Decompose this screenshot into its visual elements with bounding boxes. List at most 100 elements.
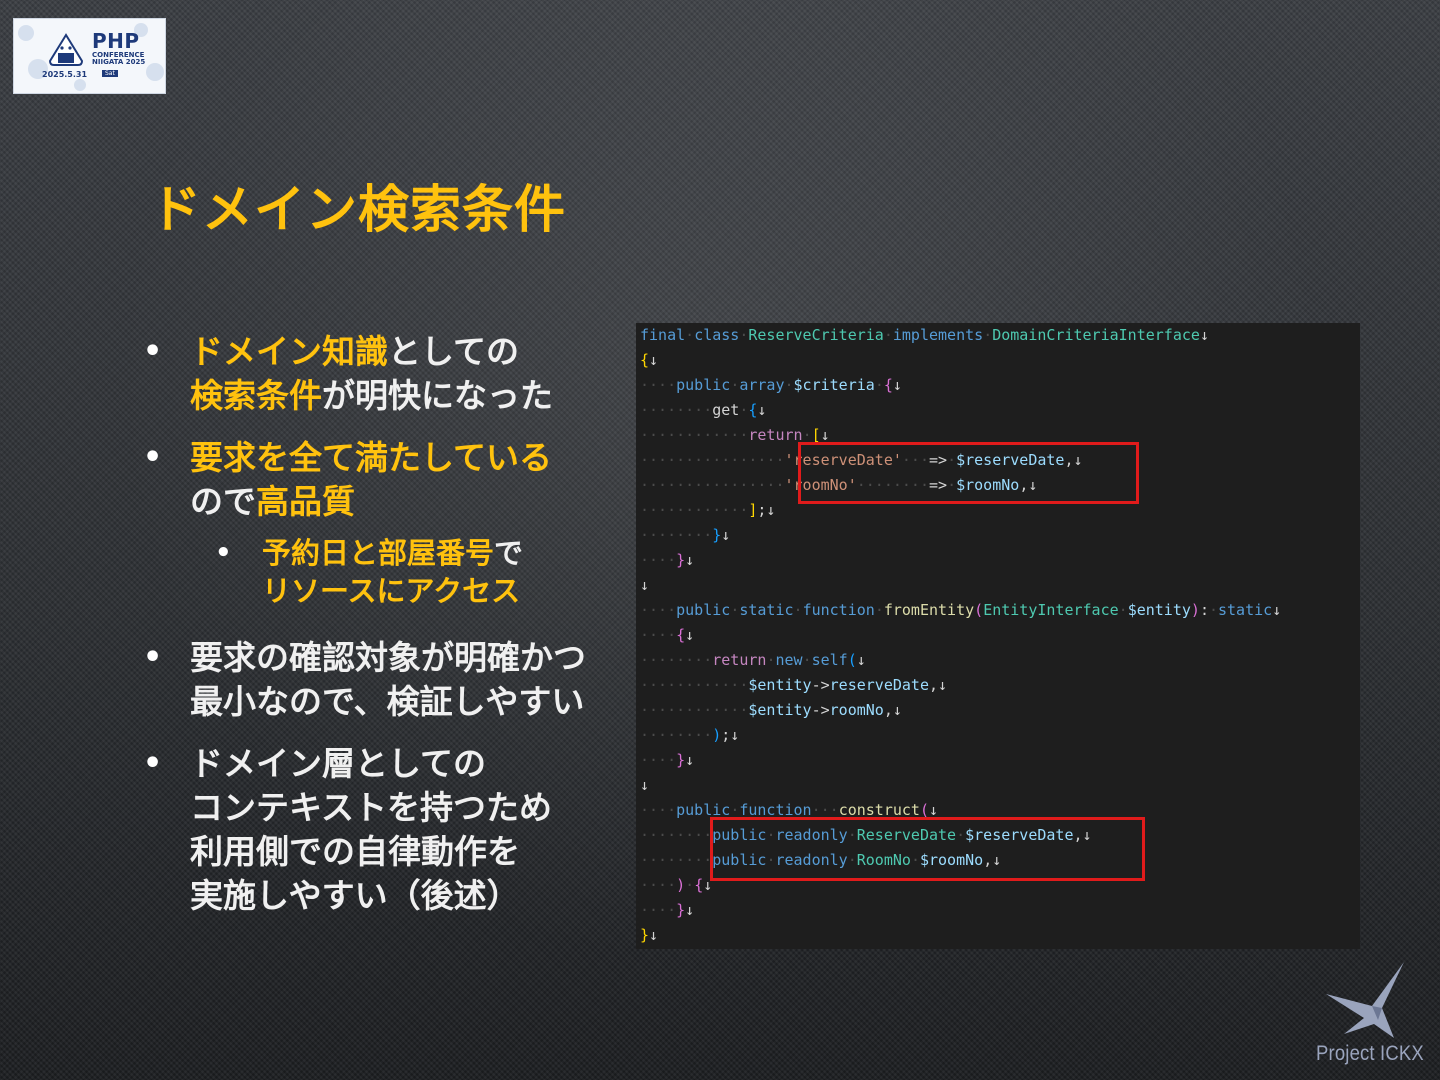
code-token: } — [712, 526, 722, 544]
code-line: final·class·ReserveCriteria·implements·D… — [640, 323, 1209, 348]
code-token: array — [739, 376, 785, 394]
code-token: reserveDate — [829, 676, 929, 694]
bullet-line: リソースにアクセス — [262, 572, 640, 610]
code-token: · — [784, 376, 794, 394]
highlighted-text: ドメイン知識 — [190, 332, 388, 371]
highlighted-text: 高品質 — [256, 482, 355, 521]
code-token: ;↓ — [757, 501, 776, 519]
code-token: } — [676, 551, 686, 569]
code-token: self — [811, 651, 848, 669]
code-token: static — [1218, 601, 1273, 619]
code-token: ············ — [640, 501, 749, 519]
code-line: ····}↓ — [640, 748, 694, 773]
bullet-item: • ドメイン層としての コンテキストを持つため 利用側での自律動作を 実施しやすい（後述… — [140, 742, 640, 918]
highlighted-text: 検索条件 — [190, 376, 322, 415]
code-token: · — [685, 876, 695, 894]
code-token: ········ — [640, 851, 713, 869]
code-token: · — [685, 326, 695, 344]
code-token: $entity — [748, 676, 812, 694]
code-token: } — [640, 926, 650, 944]
code-token: implements — [892, 326, 984, 344]
code-token: ················ — [640, 451, 785, 469]
code-token: fromEntity — [883, 601, 975, 619]
bullet-item: • ドメイン知識としての 検索条件が明快になった — [140, 330, 640, 418]
code-token: ( — [847, 651, 857, 669]
bullet-text: コンテキストを持つため — [190, 788, 553, 827]
bullet-line: 利用側での自律動作を — [190, 830, 640, 874]
code-token: ,↓ — [883, 701, 902, 719]
code-token: ;↓ — [721, 726, 740, 744]
code-token: ) — [712, 726, 722, 744]
code-token: ········ — [640, 526, 713, 544]
code-token: ···· — [640, 901, 677, 919]
bullet-item: • 要求を全て満たしている ので高品質 — [140, 436, 640, 524]
bullet-line: ドメイン層としての — [190, 742, 640, 786]
code-line: ············];↓ — [640, 498, 775, 523]
logo-php-text: PHP — [92, 29, 140, 53]
logo-date: 2025.5.31 — [42, 70, 88, 79]
highlight-box-constructor-params — [710, 817, 1145, 881]
code-token: public — [676, 376, 731, 394]
code-token: · — [983, 326, 993, 344]
bullet-text: が明快になった — [322, 376, 553, 415]
code-token: ↓ — [685, 901, 695, 919]
code-token: EntityInterface — [983, 601, 1119, 619]
code-line: ····}↓ — [640, 548, 694, 573]
code-token: ↓ — [1272, 601, 1282, 619]
code-token: · — [730, 376, 740, 394]
code-token: ···· — [640, 751, 677, 769]
code-screenshot: }↓ ····}↓ ····)·{↓ ········public·readonly·… — [636, 323, 1360, 949]
highlight-box-criteria-array — [798, 442, 1139, 504]
bullet-line: ドメイン知識としての — [190, 330, 640, 374]
code-token: ············ — [640, 426, 749, 444]
code-token: { — [694, 876, 704, 894]
highlighted-text: リソースにアクセス — [262, 574, 521, 608]
code-token: : — [1199, 601, 1209, 619]
code-token: · — [802, 651, 812, 669]
code-token: -> — [811, 676, 830, 694]
code-token: ················ — [640, 476, 785, 494]
code-token: } — [676, 901, 686, 919]
code-token: · — [1208, 601, 1218, 619]
code-token: ,↓ — [929, 676, 948, 694]
code-token: function — [802, 601, 875, 619]
php-conference-logo: PHP CONFERENCE NIIGATA 2025 2025.5.31 Sa… — [13, 18, 166, 94]
code-token: ↓ — [685, 626, 695, 644]
bullet-line: 要求の確認対象が明確かつ — [190, 636, 640, 680]
code-token: · — [874, 601, 884, 619]
code-token: ( — [974, 601, 984, 619]
code-token: get — [712, 401, 740, 419]
code-line: ········}↓ — [640, 523, 730, 548]
code-token: ············ — [640, 676, 749, 694]
code-token: -> — [811, 701, 830, 719]
bullet-text: 最小なので、検証しやすい — [190, 682, 585, 721]
code-token: $entity — [748, 701, 812, 719]
bullet-line: 予約日と部屋番号で — [262, 534, 640, 572]
code-token: ···· — [640, 551, 677, 569]
code-token: static — [739, 601, 794, 619]
code-token: DomainCriteriaInterface — [992, 326, 1200, 344]
bullet-line: 実施しやすい（後述） — [190, 874, 640, 918]
code-token: new — [775, 651, 803, 669]
bullet-marker: • — [143, 440, 163, 475]
onigiri-mascot-icon — [48, 33, 84, 66]
code-token: ↓ — [685, 551, 695, 569]
bullet-text: 利用側での自律動作を — [190, 832, 520, 871]
code-line: }↓ — [640, 923, 658, 948]
bullet-marker: • — [143, 746, 163, 781]
bullet-list: • ドメイン知識としての 検索条件が明快になった • 要求を全て満たしている ので高品質 •… — [140, 330, 640, 936]
footer-brand-text: Project ICKX — [1316, 1042, 1424, 1065]
code-token: ↓ — [856, 651, 866, 669]
code-token: ············ — [640, 701, 749, 719]
bullet-line: ので高品質 — [190, 480, 640, 524]
code-token: · — [793, 601, 803, 619]
code-line: ····public·array·$criteria·{↓ — [640, 373, 902, 398]
bullet-text: 実施しやすい（後述） — [190, 876, 520, 915]
code-token: { — [883, 376, 893, 394]
bullet-marker: • — [143, 334, 163, 369]
highlighted-text: 予約日と部屋番号 — [262, 536, 495, 570]
bullet-line: 検索条件が明快になった — [190, 374, 640, 418]
bullet-marker: • — [215, 538, 232, 568]
code-token: ········ — [640, 726, 713, 744]
code-line: ········return·new·self(↓ — [640, 648, 866, 673]
